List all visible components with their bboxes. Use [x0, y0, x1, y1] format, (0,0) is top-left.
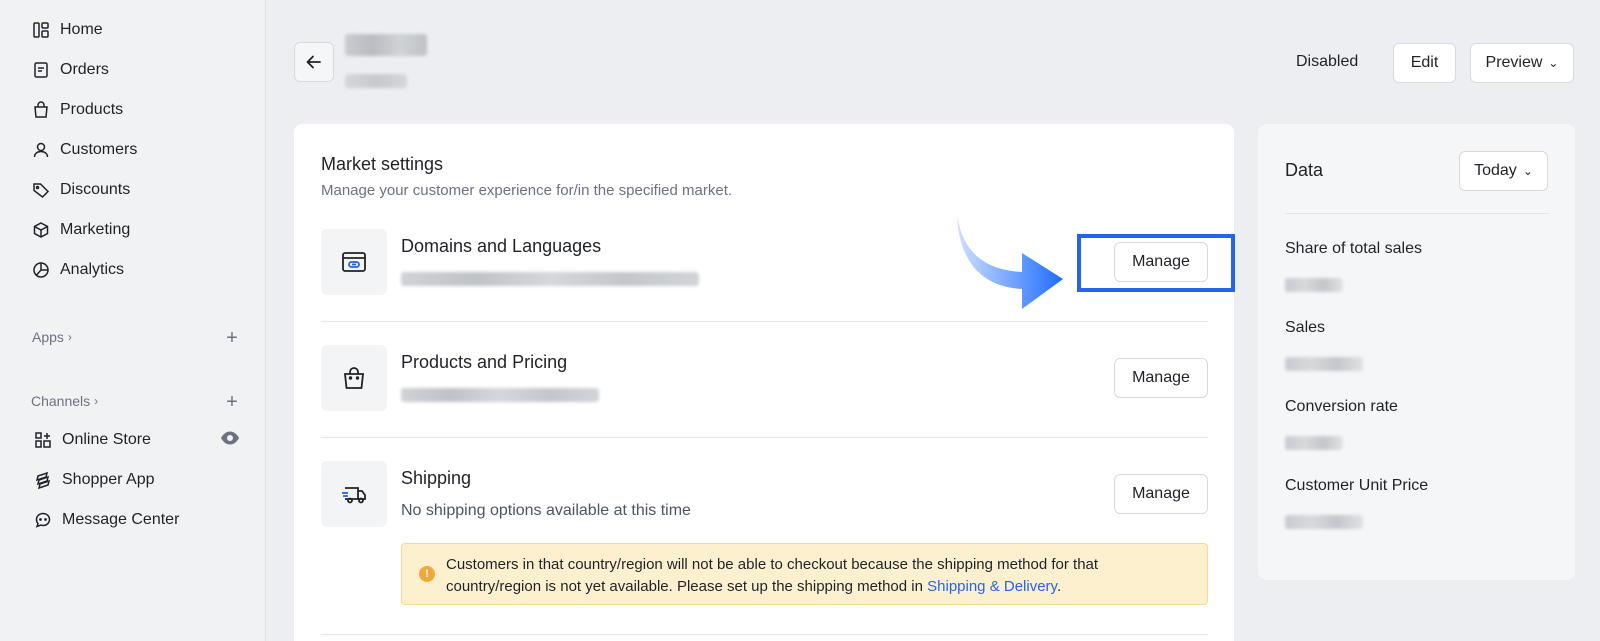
- domain-icon: [321, 229, 387, 295]
- metric-share-of-total-sales: Share of total sales: [1285, 240, 1422, 257]
- row-divider: [321, 321, 1208, 322]
- preview-label: Preview: [1485, 54, 1543, 71]
- products-icon: [32, 101, 50, 119]
- sidebar-item-analytics[interactable]: Analytics: [32, 256, 124, 284]
- edit-button[interactable]: Edit: [1393, 43, 1456, 83]
- online-store-icon: [34, 431, 52, 449]
- manage-highlight-box: [1077, 234, 1235, 292]
- shipping-title: Shipping: [401, 468, 472, 488]
- products-pricing-detail-blurred: [401, 388, 599, 402]
- orders-icon: [32, 61, 50, 79]
- home-icon: [32, 21, 50, 39]
- sidebar-item-label: Orders: [60, 61, 109, 78]
- channels-label: Channels: [31, 393, 91, 409]
- shopper-app-icon: [34, 471, 52, 489]
- apps-label: Apps: [32, 329, 64, 345]
- manage-shipping-button[interactable]: Manage: [1114, 474, 1208, 514]
- sidebar-item-label: Online Store: [62, 431, 151, 448]
- sidebar-item-label: Home: [60, 21, 103, 38]
- sidebar-item-label: Message Center: [62, 511, 180, 528]
- add-channel-plus-icon[interactable]: +: [224, 392, 240, 412]
- market-name-blurred: [345, 34, 427, 56]
- shipping-warning-banner: ! Customers in that country/region will …: [401, 543, 1208, 605]
- sidebar-item-discounts[interactable]: Discounts: [32, 176, 130, 204]
- metric-value-blurred: [1285, 515, 1363, 529]
- warning-end: .: [1056, 578, 1062, 595]
- products-pricing-title: Products and Pricing: [401, 352, 568, 372]
- sidebar-item-message-center[interactable]: Message Center: [34, 506, 179, 534]
- shopping-bag-icon: [321, 345, 387, 411]
- metric-value-blurred: [1285, 436, 1343, 450]
- chevron-down-icon: ⌄: [1548, 56, 1559, 70]
- sidebar-item-orders[interactable]: Orders: [32, 56, 109, 84]
- sidebar-item-home[interactable]: Home: [32, 16, 103, 44]
- warning-icon: !: [419, 566, 435, 582]
- metric-customer-unit-price: Customer Unit Price: [1285, 477, 1429, 494]
- metric-value-blurred: [1285, 357, 1363, 371]
- metric-sales: Sales: [1285, 319, 1326, 336]
- sidebar-item-online-store[interactable]: Online Store: [34, 426, 151, 454]
- sidebar-item-products[interactable]: Products: [32, 96, 123, 124]
- sidebar-item-marketing[interactable]: Marketing: [32, 216, 130, 244]
- manage-products-pricing-button[interactable]: Manage: [1114, 358, 1208, 398]
- metric-conversion-rate: Conversion rate: [1285, 398, 1398, 415]
- domains-languages-title: Domains and Languages: [401, 236, 602, 256]
- sidebar-item-label: Marketing: [60, 221, 131, 238]
- row-divider: [321, 437, 1208, 438]
- date-range-dropdown[interactable]: Today ⌄: [1459, 151, 1548, 191]
- truck-icon: [321, 461, 387, 527]
- chevron-down-icon: ⌄: [1522, 164, 1533, 178]
- message-center-icon: [34, 511, 52, 529]
- sidebar-item-label: Analytics: [60, 261, 125, 278]
- chevron-right-icon: ›: [67, 330, 72, 344]
- shipping-subtitle: No shipping options available at this ti…: [401, 502, 691, 519]
- add-app-plus-icon[interactable]: +: [224, 328, 240, 348]
- market-status: Disabled: [1296, 53, 1359, 70]
- sidebar-item-label: Customers: [60, 141, 138, 158]
- marketing-icon: [32, 221, 50, 239]
- channels-section-toggle[interactable]: Channels ›: [31, 393, 98, 409]
- sidebar-item-shopper-app[interactable]: Shopper App: [34, 466, 155, 494]
- market-settings-description: Manage your customer experience for/in t…: [321, 182, 733, 199]
- sidebar-item-label: Shopper App: [62, 471, 155, 488]
- market-settings-title: Market settings: [321, 154, 444, 174]
- sidebar-item-customers[interactable]: Customers: [32, 136, 137, 164]
- eye-icon[interactable]: [220, 430, 240, 446]
- arrow-left-icon: [306, 55, 321, 69]
- date-range-label: Today: [1474, 162, 1517, 179]
- shipping-delivery-link[interactable]: Shipping & Delivery: [927, 578, 1057, 595]
- data-divider: [1285, 213, 1549, 214]
- data-card: [1258, 124, 1575, 580]
- customers-icon: [32, 141, 50, 159]
- analytics-icon: [32, 261, 50, 279]
- market-subtitle-blurred: [345, 74, 407, 88]
- data-title: Data: [1285, 160, 1324, 180]
- sidebar: Home Orders Products Customers Discounts…: [0, 0, 266, 641]
- discounts-icon: [32, 181, 50, 199]
- warning-text: Customers in that country/region will no…: [446, 554, 1186, 598]
- preview-button[interactable]: Preview ⌄: [1470, 43, 1574, 83]
- pointing-arrow-icon: [957, 215, 1063, 309]
- row-divider: [321, 634, 1208, 635]
- chevron-right-icon: ›: [94, 394, 99, 408]
- back-button[interactable]: [294, 42, 334, 82]
- metric-value-blurred: [1285, 278, 1343, 292]
- sidebar-item-label: Discounts: [60, 181, 131, 198]
- sidebar-item-label: Products: [60, 101, 124, 118]
- domains-languages-detail-blurred: [401, 272, 699, 286]
- apps-section-toggle[interactable]: Apps ›: [32, 329, 72, 345]
